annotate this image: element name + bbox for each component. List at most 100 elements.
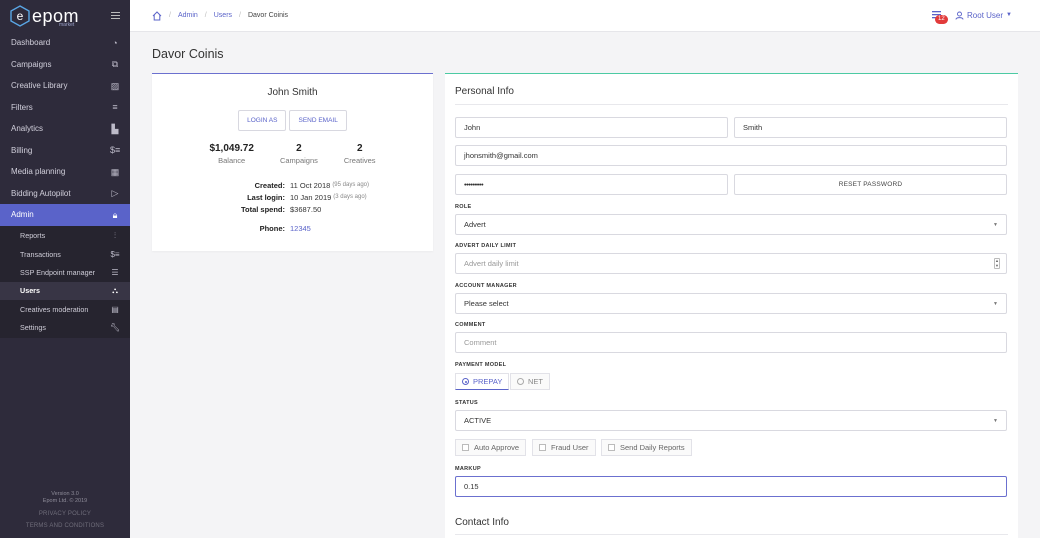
- advert-daily-limit-placeholder: Advert daily limit: [464, 259, 519, 268]
- sidebar-subitem-label: Settings: [20, 323, 46, 333]
- lock-icon: 🔒︎: [112, 209, 118, 220]
- user-icon: [955, 11, 964, 20]
- sidebar-item-dashboard[interactable]: Dashboard ◔: [0, 32, 130, 54]
- auto-approve-checkbox[interactable]: Auto Approve: [455, 439, 527, 456]
- sidebar-item-label: Bidding Autopilot: [11, 188, 71, 198]
- privacy-policy-link[interactable]: PRIVACY POLICY: [0, 511, 130, 518]
- send-daily-reports-checkbox[interactable]: Send Daily Reports: [601, 439, 692, 456]
- chevron-down-icon: ▼: [1006, 12, 1012, 18]
- profile-card: John Smith LOGIN AS SEND EMAIL $1,049.72…: [152, 73, 433, 251]
- sidebar-item-label: Media planning: [11, 167, 66, 177]
- personal-info-card: Personal Info John Smith jhonsmith@gmail…: [445, 73, 1018, 538]
- sidebar-item-billing[interactable]: Billing $≡: [0, 140, 130, 162]
- section-divider: [455, 534, 1008, 535]
- sidebar-item-media-planning[interactable]: Media planning ▦: [0, 161, 130, 183]
- sidebar-item-creative-library[interactable]: Creative Library ▨: [0, 75, 130, 97]
- sidebar-item-bidding-autopilot[interactable]: Bidding Autopilot ▷: [0, 183, 130, 205]
- profile-name: John Smith: [267, 87, 318, 98]
- user-menu[interactable]: Root User ▼: [955, 11, 1012, 20]
- login-as-button[interactable]: LOGIN AS: [238, 110, 287, 131]
- section-title-personal-info: Personal Info: [455, 86, 514, 97]
- payment-net-radio[interactable]: NET: [510, 373, 550, 390]
- status-value: ACTIVE: [464, 416, 492, 425]
- dashboard-icon: ◔: [112, 37, 118, 48]
- sidebar-item-analytics[interactable]: Analytics ▙: [0, 118, 130, 140]
- copyright-text: Epom Ltd. © 2019: [42, 498, 88, 504]
- checkbox-icon: [608, 444, 615, 451]
- sidebar-subitem-transactions[interactable]: Transactions $≡: [0, 245, 130, 263]
- calendar-icon: ▦: [110, 166, 120, 177]
- campaigns-icon: ⧉: [111, 59, 119, 70]
- users-icon: ⛬: [112, 285, 118, 295]
- email-field[interactable]: jhonsmith@gmail.com: [455, 145, 1007, 166]
- sidebar-item-label: Analytics: [11, 124, 44, 134]
- breadcrumb-separator: /: [169, 12, 171, 19]
- section-divider: [455, 104, 1008, 105]
- advert-daily-limit-label: ADVERT DAILY LIMIT: [455, 243, 517, 249]
- phone-link[interactable]: 12345: [290, 224, 311, 233]
- checkbox-label: Send Daily Reports: [620, 443, 685, 452]
- advert-daily-limit-input[interactable]: Advert daily limit ▲ ▼: [455, 253, 1007, 274]
- stat-label: Balance: [218, 156, 246, 165]
- sidebar-nav: Dashboard ◔ Campaigns ⧉ Creative Library…: [0, 32, 130, 338]
- detail-label: Phone:: [259, 224, 285, 233]
- comment-input[interactable]: Comment: [455, 332, 1007, 353]
- role-select[interactable]: Advert ▼: [455, 214, 1007, 235]
- section-title-contact-info: Contact Info: [455, 517, 509, 528]
- fraud-user-checkbox[interactable]: Fraud User: [532, 439, 596, 456]
- breadcrumb-users[interactable]: Users: [214, 12, 232, 19]
- reset-password-button[interactable]: RESET PASSWORD: [734, 174, 1007, 195]
- stat-value: 2: [356, 143, 363, 154]
- detail-value: 10 Jan 2019: [290, 192, 332, 202]
- detail-created: Created: 11 Oct 2018 (95 days ago): [152, 179, 433, 191]
- payment-prepay-radio[interactable]: PREPAY: [455, 373, 510, 390]
- payment-model-label: PAYMENT MODEL: [455, 362, 507, 368]
- sidebar-item-admin[interactable]: Admin 🔒︎: [0, 204, 130, 226]
- sidebar: e epom market Dashboard ◔ Campaigns ⧉ Cr…: [0, 0, 130, 538]
- first-name-field[interactable]: John: [455, 117, 728, 138]
- status-select[interactable]: ACTIVE ▼: [455, 410, 1007, 431]
- sidebar-item-label: Campaigns: [11, 59, 52, 69]
- brand-logo[interactable]: e epom market: [0, 0, 130, 32]
- stat-label: Creatives: [343, 156, 376, 165]
- radio-selected-icon: [462, 378, 469, 385]
- sidebar-item-label: Admin: [11, 210, 34, 220]
- home-icon[interactable]: [152, 10, 162, 21]
- stat-label: Campaigns: [279, 156, 318, 165]
- notifications-button[interactable]: 12: [931, 9, 948, 24]
- reports-icon: ⫶: [114, 230, 116, 240]
- sidebar-item-label: Billing: [11, 145, 33, 155]
- sidebar-subitem-reports[interactable]: Reports ⫶: [0, 227, 130, 245]
- breadcrumb-admin[interactable]: Admin: [178, 12, 198, 19]
- chart-icon: ▙: [111, 123, 119, 134]
- terms-link[interactable]: TERMS AND CONDITIONS: [0, 523, 130, 530]
- checkbox-icon: [539, 444, 546, 451]
- sidebar-item-campaigns[interactable]: Campaigns ⧉: [0, 54, 130, 76]
- profile-actions: LOGIN AS SEND EMAIL: [152, 110, 433, 131]
- breadcrumb-separator: /: [204, 12, 207, 19]
- admin-submenu: Reports ⫶ Transactions $≡ SSP Endpoint m…: [0, 225, 130, 338]
- sidebar-subitem-creatives-moderation[interactable]: Creatives moderation ▤: [0, 300, 130, 318]
- checkbox-label: Auto Approve: [474, 443, 520, 452]
- chevron-down-icon: ▼: [993, 300, 998, 307]
- markup-input[interactable]: 0.15: [455, 476, 1007, 497]
- sidebar-subitem-ssp-endpoint-manager[interactable]: SSP Endpoint manager ☰: [0, 263, 130, 281]
- notifications-badge: 12: [935, 15, 948, 24]
- sidebar-item-label: Creative Library: [11, 81, 68, 91]
- hamburger-menu-icon[interactable]: [111, 12, 120, 19]
- sidebar-item-label: Dashboard: [11, 38, 51, 48]
- send-email-button[interactable]: SEND EMAIL: [289, 110, 347, 131]
- password-field[interactable]: •••••••••: [455, 174, 728, 195]
- number-stepper-icon[interactable]: ▲ ▼: [994, 258, 1000, 269]
- profile-details: Created: 11 Oct 2018 (95 days ago) Last …: [152, 179, 433, 215]
- last-name-field[interactable]: Smith: [734, 117, 1007, 138]
- detail-phone: Phone: 12345: [152, 224, 433, 233]
- sidebar-subitem-settings[interactable]: Settings 🔧︎: [0, 318, 130, 336]
- sidebar-subitem-users[interactable]: Users ⛬: [0, 281, 130, 301]
- account-manager-value: Please select: [464, 299, 509, 308]
- account-manager-select[interactable]: Please select ▼: [455, 293, 1007, 314]
- user-name: Root User: [967, 10, 1004, 20]
- status-label: STATUS: [455, 400, 478, 406]
- sidebar-item-filters[interactable]: Filters ≡: [0, 97, 130, 119]
- radio-label: NET: [528, 377, 543, 386]
